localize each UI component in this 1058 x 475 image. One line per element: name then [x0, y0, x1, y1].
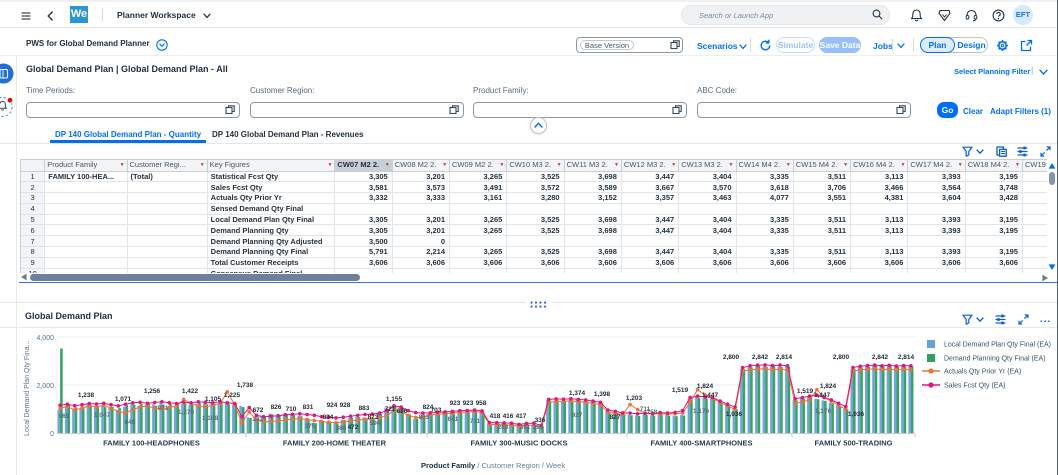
svg-text:834: 834 [323, 414, 334, 421]
svg-text:686: 686 [397, 408, 408, 415]
svg-text:1,108: 1,108 [202, 415, 219, 422]
svg-text:1,105: 1,105 [205, 396, 222, 403]
svg-text:0: 0 [50, 431, 54, 438]
svg-text:923: 923 [450, 400, 461, 407]
svg-text:971: 971 [158, 405, 169, 412]
svg-text:Local Demand Plan Qty Final (E: Local Demand Plan Qty Final (EA) [944, 342, 1051, 349]
svg-text:Sales Fcst Qty (EA): Sales Fcst Qty (EA) [944, 383, 1005, 390]
svg-text:FAMILY 500-TRADING: FAMILY 500-TRADING [815, 439, 893, 448]
svg-text:Demand Planning Qty Final (EA): Demand Planning Qty Final (EA) [944, 356, 1046, 363]
svg-text:826: 826 [271, 404, 282, 411]
svg-text:1,036: 1,036 [848, 411, 865, 418]
svg-text:1,447: 1,447 [702, 392, 719, 399]
svg-text:1,176: 1,176 [815, 408, 832, 415]
svg-text:969: 969 [59, 413, 70, 420]
svg-text:710: 710 [286, 406, 297, 413]
svg-text:1,519: 1,519 [797, 388, 814, 395]
svg-text:924: 924 [327, 402, 338, 409]
svg-text:417: 417 [516, 413, 527, 420]
svg-text:831: 831 [303, 404, 314, 411]
svg-text:1,238: 1,238 [78, 392, 95, 399]
svg-text:1,422: 1,422 [182, 388, 199, 395]
svg-text:827: 827 [610, 414, 621, 421]
svg-text:FAMILY 400-SMARTPHONES: FAMILY 400-SMARTPHONES [650, 439, 752, 448]
svg-text:2,000: 2,000 [36, 383, 54, 390]
svg-text:282: 282 [253, 416, 264, 423]
svg-text:711: 711 [640, 406, 651, 413]
svg-text:FAMILY 200-HOME THEATER: FAMILY 200-HOME THEATER [283, 439, 387, 448]
svg-text:923: 923 [463, 400, 474, 407]
svg-text:1,155: 1,155 [386, 396, 403, 403]
svg-text:711: 711 [470, 418, 481, 425]
svg-text:2,800: 2,800 [723, 354, 740, 361]
svg-text:958: 958 [476, 400, 487, 407]
svg-text:594: 594 [370, 420, 381, 427]
svg-text:1,203: 1,203 [626, 395, 643, 402]
svg-text:1,225: 1,225 [224, 392, 241, 399]
svg-text:Actuals Qty Prior Yr (EA): Actuals Qty Prior Yr (EA) [944, 369, 1021, 376]
svg-text:336: 336 [535, 417, 546, 424]
svg-text:418: 418 [490, 413, 501, 420]
svg-text:2,842: 2,842 [752, 354, 769, 361]
svg-text:283: 283 [498, 424, 509, 431]
svg-text:399: 399 [533, 424, 544, 431]
svg-text:927: 927 [572, 412, 583, 419]
svg-text:1,270: 1,270 [178, 409, 195, 416]
svg-text:641: 641 [448, 416, 459, 423]
svg-text:1,519: 1,519 [672, 387, 689, 394]
svg-text:416: 416 [503, 413, 514, 420]
svg-text:2,814: 2,814 [898, 354, 915, 361]
svg-text:4,000: 4,000 [36, 335, 54, 342]
svg-text:1,738: 1,738 [237, 382, 254, 389]
svg-text:391: 391 [520, 424, 531, 431]
svg-text:1,824: 1,824 [820, 383, 837, 390]
svg-text:1,176: 1,176 [693, 408, 710, 415]
svg-text:703: 703 [431, 407, 442, 414]
svg-text:1,398: 1,398 [594, 391, 611, 398]
svg-text:928: 928 [340, 402, 351, 409]
svg-text:883: 883 [359, 405, 370, 412]
svg-text:FAMILY 100-HEADPHONES: FAMILY 100-HEADPHONES [103, 439, 200, 448]
svg-text:1,256: 1,256 [144, 388, 161, 395]
svg-text:386: 386 [336, 425, 347, 432]
svg-text:721: 721 [385, 406, 396, 413]
svg-text:840: 840 [125, 419, 136, 426]
svg-text:1,047: 1,047 [94, 412, 111, 419]
svg-text:672: 672 [253, 407, 264, 414]
svg-text:472: 472 [348, 424, 359, 431]
svg-text:1,374: 1,374 [569, 390, 586, 397]
svg-text:1,824: 1,824 [697, 383, 714, 390]
svg-text:1,447: 1,447 [814, 392, 831, 399]
svg-text:1,036: 1,036 [726, 411, 743, 418]
svg-text:FAMILY 300-MUSIC DOCKS: FAMILY 300-MUSIC DOCKS [470, 439, 567, 448]
svg-text:375: 375 [305, 423, 316, 430]
svg-text:2,842: 2,842 [872, 354, 889, 361]
svg-text:2,814: 2,814 [776, 354, 793, 361]
svg-text:1,071: 1,071 [115, 396, 132, 403]
svg-text:803: 803 [419, 414, 430, 421]
svg-text:2,800: 2,800 [833, 354, 850, 361]
